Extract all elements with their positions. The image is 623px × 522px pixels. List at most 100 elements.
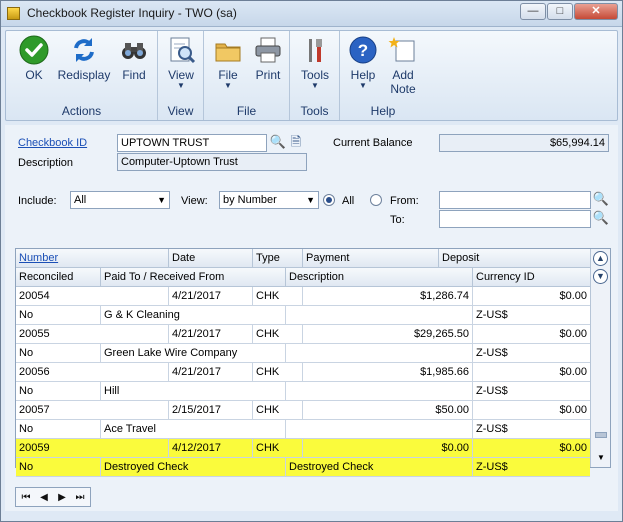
cell-deposit: $0.00 [559, 404, 587, 416]
title-bar: Checkbook Register Inquiry - TWO (sa) — … [1, 1, 622, 27]
expand-rows-icon[interactable]: ▼ [593, 269, 608, 284]
cell-paid-to: Destroyed Check [101, 458, 286, 476]
previous-record-icon[interactable]: ◀ [36, 490, 52, 505]
to-field[interactable] [439, 210, 591, 228]
collapse-rows-icon[interactable]: ▲ [593, 251, 608, 266]
radio-all[interactable] [323, 194, 335, 206]
cell-number: 20054 [16, 287, 169, 305]
scroll-down-arrow-icon[interactable]: ▼ [597, 453, 605, 462]
radio-all-label: All [342, 195, 355, 207]
view-select-value: by Number [223, 194, 277, 206]
cell-description: Destroyed Check [286, 458, 473, 476]
table-row-detail[interactable]: No G & K Cleaning Z-US$ [16, 306, 590, 325]
binoculars-icon [119, 35, 149, 65]
ribbon-group-actions: OK Redisplay Find Actions [6, 31, 158, 120]
file-button[interactable]: File ▼ [210, 35, 246, 90]
redisplay-button[interactable]: Redisplay [56, 35, 112, 82]
column-payment[interactable]: Payment [303, 249, 439, 268]
checkmark-icon [19, 35, 49, 65]
minimize-button[interactable]: — [520, 3, 546, 20]
ok-button[interactable]: OK [12, 35, 56, 82]
table-row[interactable]: 20056 4/21/2017 CHK $1,985.66 $0.00 [16, 363, 590, 382]
description-field[interactable]: Computer-Uptown Trust [117, 153, 307, 171]
column-date[interactable]: Date [169, 249, 253, 268]
include-select[interactable]: All ▼ [70, 191, 170, 209]
view-dropdown-arrow-icon: ▼ [177, 81, 185, 90]
table-row[interactable]: 20057 2/15/2017 CHK $50.00 $0.00 [16, 401, 590, 420]
column-number[interactable]: Number [16, 249, 169, 268]
help-button[interactable]: ? Help ▼ [344, 35, 382, 90]
cell-paid-to: Ace Travel [101, 420, 286, 438]
cell-date: 4/21/2017 [169, 325, 253, 343]
cell-type: CHK [253, 287, 303, 305]
cell-currency: Z-US$ [476, 309, 508, 321]
from-label: From: [390, 195, 419, 207]
group-label-view: View [167, 104, 194, 118]
scroll-thumb[interactable] [595, 432, 607, 438]
description-label: Description [18, 157, 74, 169]
cell-number: 20056 [16, 363, 169, 381]
add-note-button[interactable]: Add Note [384, 35, 422, 96]
from-field[interactable] [439, 191, 591, 209]
grid-scrollbar[interactable]: ▲ ▼ ▼ [590, 249, 610, 467]
svg-text:?: ? [358, 41, 368, 60]
ribbon-group-help: ? Help ▼ Add Note Help [340, 31, 426, 120]
column-currency-id[interactable]: Currency ID [473, 268, 590, 287]
tools-icon [300, 35, 330, 65]
cell-type: CHK [253, 439, 303, 457]
group-label-file: File [236, 104, 257, 118]
checkbook-id-field[interactable]: UPTOWN TRUST [117, 134, 267, 152]
maximize-button[interactable]: □ [547, 3, 573, 20]
column-type[interactable]: Type [253, 249, 303, 268]
note-icon[interactable]: 🗎 [287, 134, 305, 152]
to-label: To: [390, 214, 405, 226]
tools-button[interactable]: Tools ▼ [296, 35, 334, 90]
lookup-icon[interactable]: 🔍 [269, 134, 287, 152]
include-select-value: All [74, 194, 87, 206]
table-row[interactable]: 20054 4/21/2017 CHK $1,286.74 $0.00 [16, 287, 590, 306]
cell-currency: Z-US$ [476, 423, 508, 435]
first-record-icon[interactable]: ⏮ [18, 490, 34, 505]
ribbon-group-file: File ▼ Print File [204, 31, 290, 120]
table-row-detail[interactable]: No Destroyed Check Destroyed Check Z-US$ [16, 458, 590, 477]
table-row[interactable]: 20055 4/21/2017 CHK $29,265.50 $0.00 [16, 325, 590, 344]
from-lookup-icon[interactable]: 🔍 [592, 191, 610, 209]
cell-paid-to: Green Lake Wire Company [101, 344, 286, 362]
view-button[interactable]: View ▼ [162, 35, 200, 90]
radio-from[interactable] [370, 194, 382, 206]
tools-dropdown-arrow-icon: ▼ [311, 81, 319, 90]
last-record-icon[interactable]: ⏭ [72, 490, 88, 505]
chevron-down-icon: ▼ [157, 195, 166, 205]
table-row-detail[interactable]: No Hill Z-US$ [16, 382, 590, 401]
cell-reconciled: No [16, 382, 101, 400]
cell-number: 20055 [16, 325, 169, 343]
printer-icon [253, 35, 283, 65]
to-lookup-icon[interactable]: 🔍 [592, 210, 610, 228]
close-button[interactable]: ✕ [574, 3, 618, 20]
column-reconciled[interactable]: Reconciled [16, 268, 101, 287]
column-description[interactable]: Description [286, 268, 473, 287]
cell-reconciled: No [16, 306, 101, 324]
table-row-detail[interactable]: No Ace Travel Z-US$ [16, 420, 590, 439]
current-balance-label: Current Balance [333, 137, 413, 149]
find-button[interactable]: Find [114, 35, 154, 82]
window-title: Checkbook Register Inquiry - TWO (sa) [27, 6, 237, 20]
cell-payment: $29,265.50 [303, 325, 473, 343]
cell-payment: $0.00 [303, 439, 473, 457]
column-paid-to[interactable]: Paid To / Received From [101, 268, 286, 287]
table-row-detail[interactable]: No Green Lake Wire Company Z-US$ [16, 344, 590, 363]
chevron-down-icon: ▼ [306, 195, 315, 205]
next-record-icon[interactable]: ▶ [54, 490, 70, 505]
cell-currency: Z-US$ [476, 385, 508, 397]
cell-description [286, 344, 473, 362]
ribbon-group-tools: Tools ▼ Tools [290, 31, 340, 120]
print-button[interactable]: Print [250, 35, 286, 82]
cell-payment: $1,985.66 [303, 363, 473, 381]
help-icon: ? [348, 35, 378, 65]
view-select[interactable]: by Number ▼ [219, 191, 319, 209]
table-row[interactable]: 20059 4/12/2017 CHK $0.00 $0.00 [16, 439, 590, 458]
column-deposit[interactable]: Deposit [439, 249, 590, 268]
cell-description [286, 420, 473, 438]
include-label: Include: [18, 195, 57, 207]
checkbook-id-link[interactable]: Checkbook ID [18, 137, 87, 149]
